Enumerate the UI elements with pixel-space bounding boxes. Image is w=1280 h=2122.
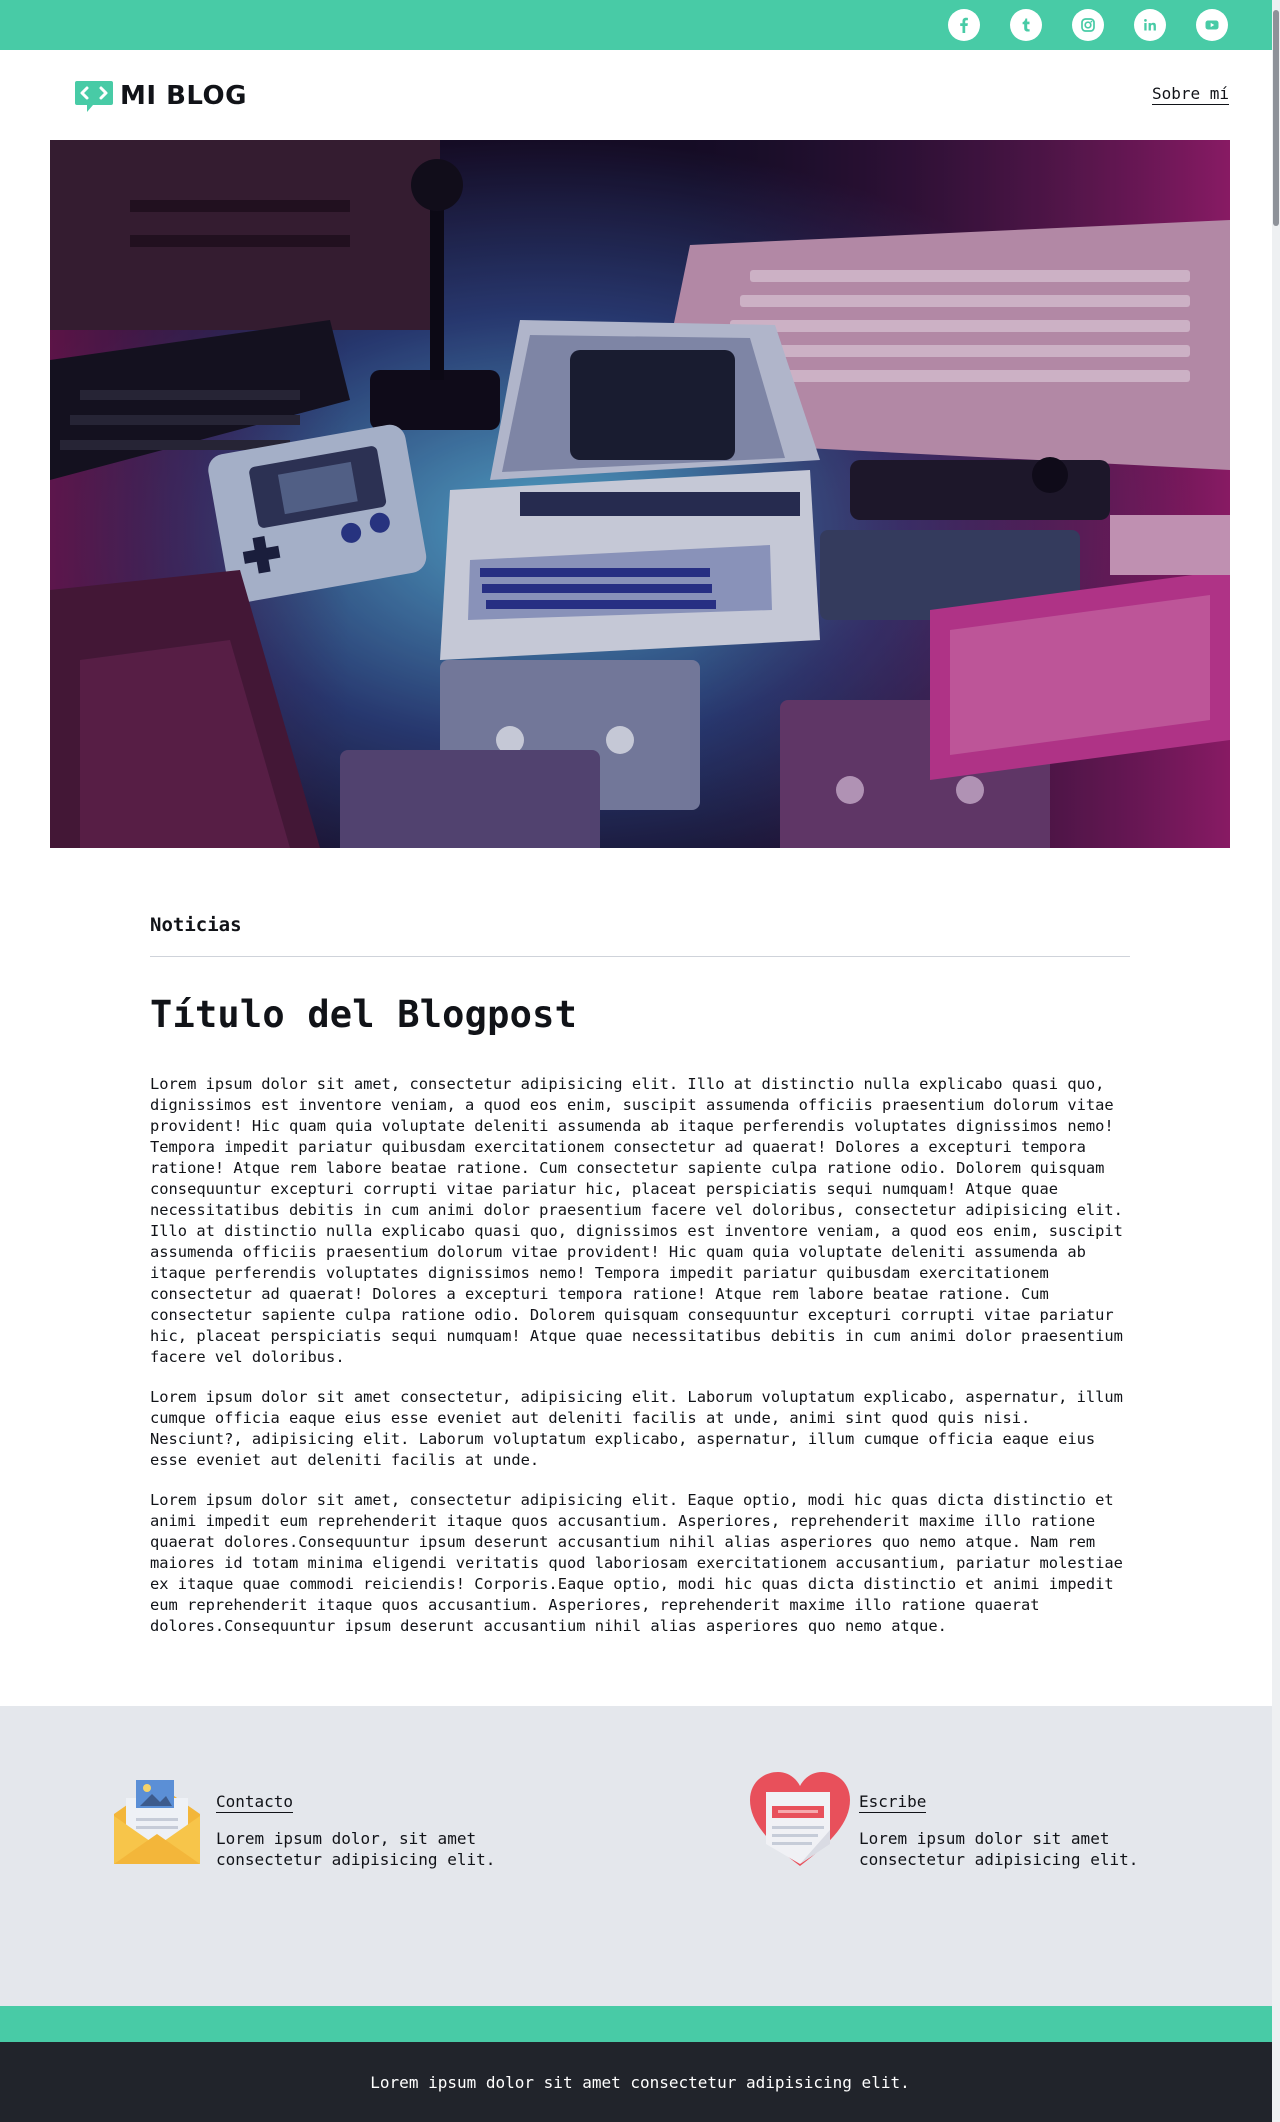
post-paragraph: Lorem ipsum dolor sit amet consectetur, … (150, 1388, 1123, 1469)
post-title: Título del Blogpost (150, 993, 578, 1036)
features-section: Contacto Lorem ipsum dolor, sit amet con… (0, 1706, 1280, 2006)
heart-document-icon (750, 1772, 850, 1866)
tumblr-icon[interactable] (1010, 9, 1042, 41)
post-paragraph: Lorem ipsum dolor sit amet, consectetur … (150, 1491, 1123, 1635)
footer-text: Lorem ipsum dolor sit amet consectetur a… (370, 2072, 910, 2092)
scrollbar[interactable] (1272, 0, 1280, 2122)
envelope-icon (114, 1780, 200, 1864)
hero-image (50, 140, 1230, 848)
top-social-bar (0, 0, 1280, 50)
post-body: Lorem ipsum dolor sit amet, consectetur … (150, 1074, 1132, 1656)
footer-accent-bar (0, 2006, 1280, 2042)
category-divider (150, 956, 1130, 957)
linkedin-icon[interactable] (1134, 9, 1166, 41)
write-text: Lorem ipsum dolor sit amet consectetur a… (859, 1829, 1139, 1869)
post-paragraph: Lorem ipsum dolor sit amet, consectetur … (150, 1075, 1123, 1366)
nav-about-link[interactable]: Sobre mí (1151, 84, 1229, 105)
scrollbar-thumb[interactable] (1273, 10, 1279, 226)
logo-text: MI BLOG (120, 81, 247, 111)
write-link[interactable]: Escribe (859, 1792, 927, 1813)
site-logo[interactable]: MI BLOG (74, 78, 247, 114)
logo-icon (75, 81, 113, 112)
youtube-icon[interactable] (1196, 9, 1228, 41)
footer: Lorem ipsum dolor sit amet consectetur a… (0, 2042, 1280, 2122)
post-category: Noticias (150, 914, 242, 936)
instagram-icon[interactable] (1072, 9, 1104, 41)
contact-link[interactable]: Contacto (216, 1792, 294, 1813)
contact-text: Lorem ipsum dolor, sit amet consectetur … (216, 1829, 496, 1869)
facebook-icon[interactable] (948, 9, 980, 41)
